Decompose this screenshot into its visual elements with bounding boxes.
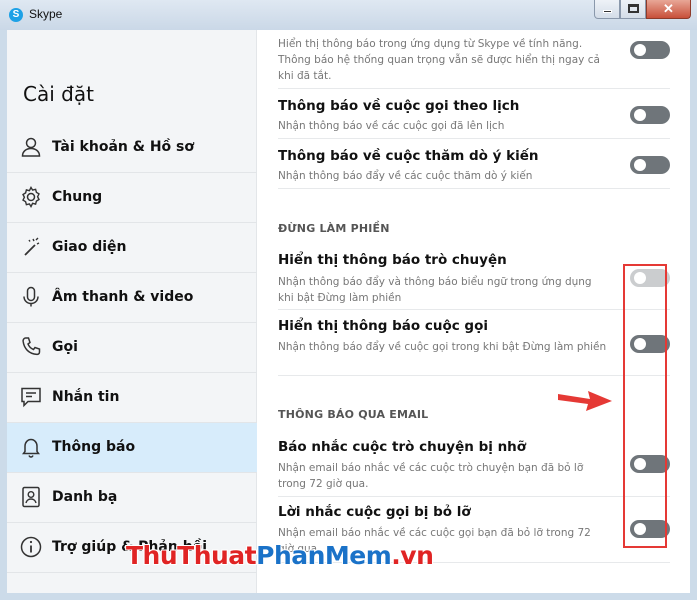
sidebar-title: Cài đặt [23,82,94,106]
bell-icon [22,438,40,458]
annotation-highlight-box [623,264,667,548]
maximize-button[interactable] [620,0,646,19]
sidebar-item-label: Chung [52,189,103,205]
maximize-icon [628,4,639,13]
sidebar-item-audio-video[interactable]: Âm thanh & video [7,273,257,323]
setting-description: Hiển thị thông báo trong ứng dụng từ Sky… [278,38,600,82]
watermark: ThuThuatPhanMem.vn [126,541,434,570]
setting-title: Lời nhắc cuộc gọi bị bỏ lỡ [278,504,471,520]
sidebar-item-label: Tài khoản & Hồ sơ [52,139,194,155]
title-bar: S Skype ✕ [0,0,697,30]
contacts-icon [22,486,40,508]
chat-icon [21,387,41,408]
setting-title: Thông báo về cuộc thăm dò ý kiến [278,148,539,164]
sidebar-item-label: Âm thanh & video [52,289,194,305]
window-title: Skype [29,7,63,21]
watermark-part: PhanMem [256,541,392,570]
minimize-button[interactable] [594,0,620,19]
sidebar-item-notifications[interactable]: Thông báo [7,423,257,473]
setting-title: Hiển thị thông báo trò chuyện [278,252,507,268]
close-icon: ✕ [663,1,674,16]
window-controls: ✕ [594,0,691,20]
toggle-switch[interactable] [630,41,670,59]
section-heading-dnd: ĐỪNG LÀM PHIỀN [278,222,390,235]
setting-row-scheduled-calls: Thông báo về cuộc gọi theo lịch Nhận thô… [278,89,670,139]
gear-icon [22,186,40,208]
setting-description: Nhận thông báo về các cuộc gọi đã lên lị… [278,120,505,132]
setting-row-dnd-calls: Hiển thị thông báo cuộc gọi Nhận thông b… [278,310,670,376]
window-body: Cài đặt Tài khoản & Hồ sơ Chung Giao diệ… [7,30,690,593]
sidebar-item-calling[interactable]: Gọi [7,323,257,373]
sidebar-item-label: Giao diện [52,239,127,255]
sidebar-item-messaging[interactable]: Nhắn tin [7,373,257,423]
watermark-part: ThuThuat [126,541,257,570]
watermark-part: .vn [391,541,434,570]
microphone-icon [23,286,39,307]
sidebar-item-label: Nhắn tin [52,389,120,405]
sidebar-item-label: Thông báo [52,439,136,455]
settings-sidebar: Cài đặt Tài khoản & Hồ sơ Chung Giao diệ… [7,30,257,593]
skype-logo-icon: S [9,8,23,22]
setting-description: Nhận thông báo đẩy về cuộc gọi trong khi… [278,341,607,353]
phone-icon [22,337,41,356]
person-icon [21,137,41,157]
setting-description: Nhận thông báo đẩy về các cuộc thăm dò ý… [278,170,533,182]
setting-title: Báo nhắc cuộc trò chuyện bị nhỡ [278,439,527,455]
toggle-switch[interactable] [630,106,670,124]
close-button[interactable]: ✕ [646,0,691,19]
magic-wand-icon [24,237,40,256]
toggle-switch[interactable] [630,156,670,174]
sidebar-item-contacts[interactable]: Danh bạ [7,473,257,523]
setting-row-skype-in-app: Hiển thị thông báo trong ứng dụng từ Sky… [278,30,670,89]
sidebar-item-account[interactable]: Tài khoản & Hồ sơ [7,123,257,173]
sidebar-item-label: Gọi [52,339,78,355]
setting-title: Thông báo về cuộc gọi theo lịch [278,98,520,114]
setting-description: Nhận thông báo đẩy và thông báo biểu ngữ… [278,276,592,304]
sidebar-item-label: Danh bạ [52,489,118,505]
sidebar-item-appearance[interactable]: Giao diện [7,223,257,273]
minimize-icon [603,10,612,13]
setting-title: Hiển thị thông báo cuộc gọi [278,318,489,334]
annotation-arrow-icon [558,391,612,411]
setting-row-dnd-chat: Hiển thị thông báo trò chuyện Nhận thông… [278,244,670,310]
sidebar-item-general[interactable]: Chung [7,173,257,223]
setting-row-missed-chats-email: Báo nhắc cuộc trò chuyện bị nhỡ Nhận ema… [278,431,670,497]
section-heading-email: THÔNG BÁO QUA EMAIL [278,408,429,421]
info-icon [20,536,42,558]
setting-row-polls: Thông báo về cuộc thăm dò ý kiến Nhận th… [278,139,670,189]
setting-description: Nhận email báo nhắc về các cuộc trò chuy… [278,462,584,490]
